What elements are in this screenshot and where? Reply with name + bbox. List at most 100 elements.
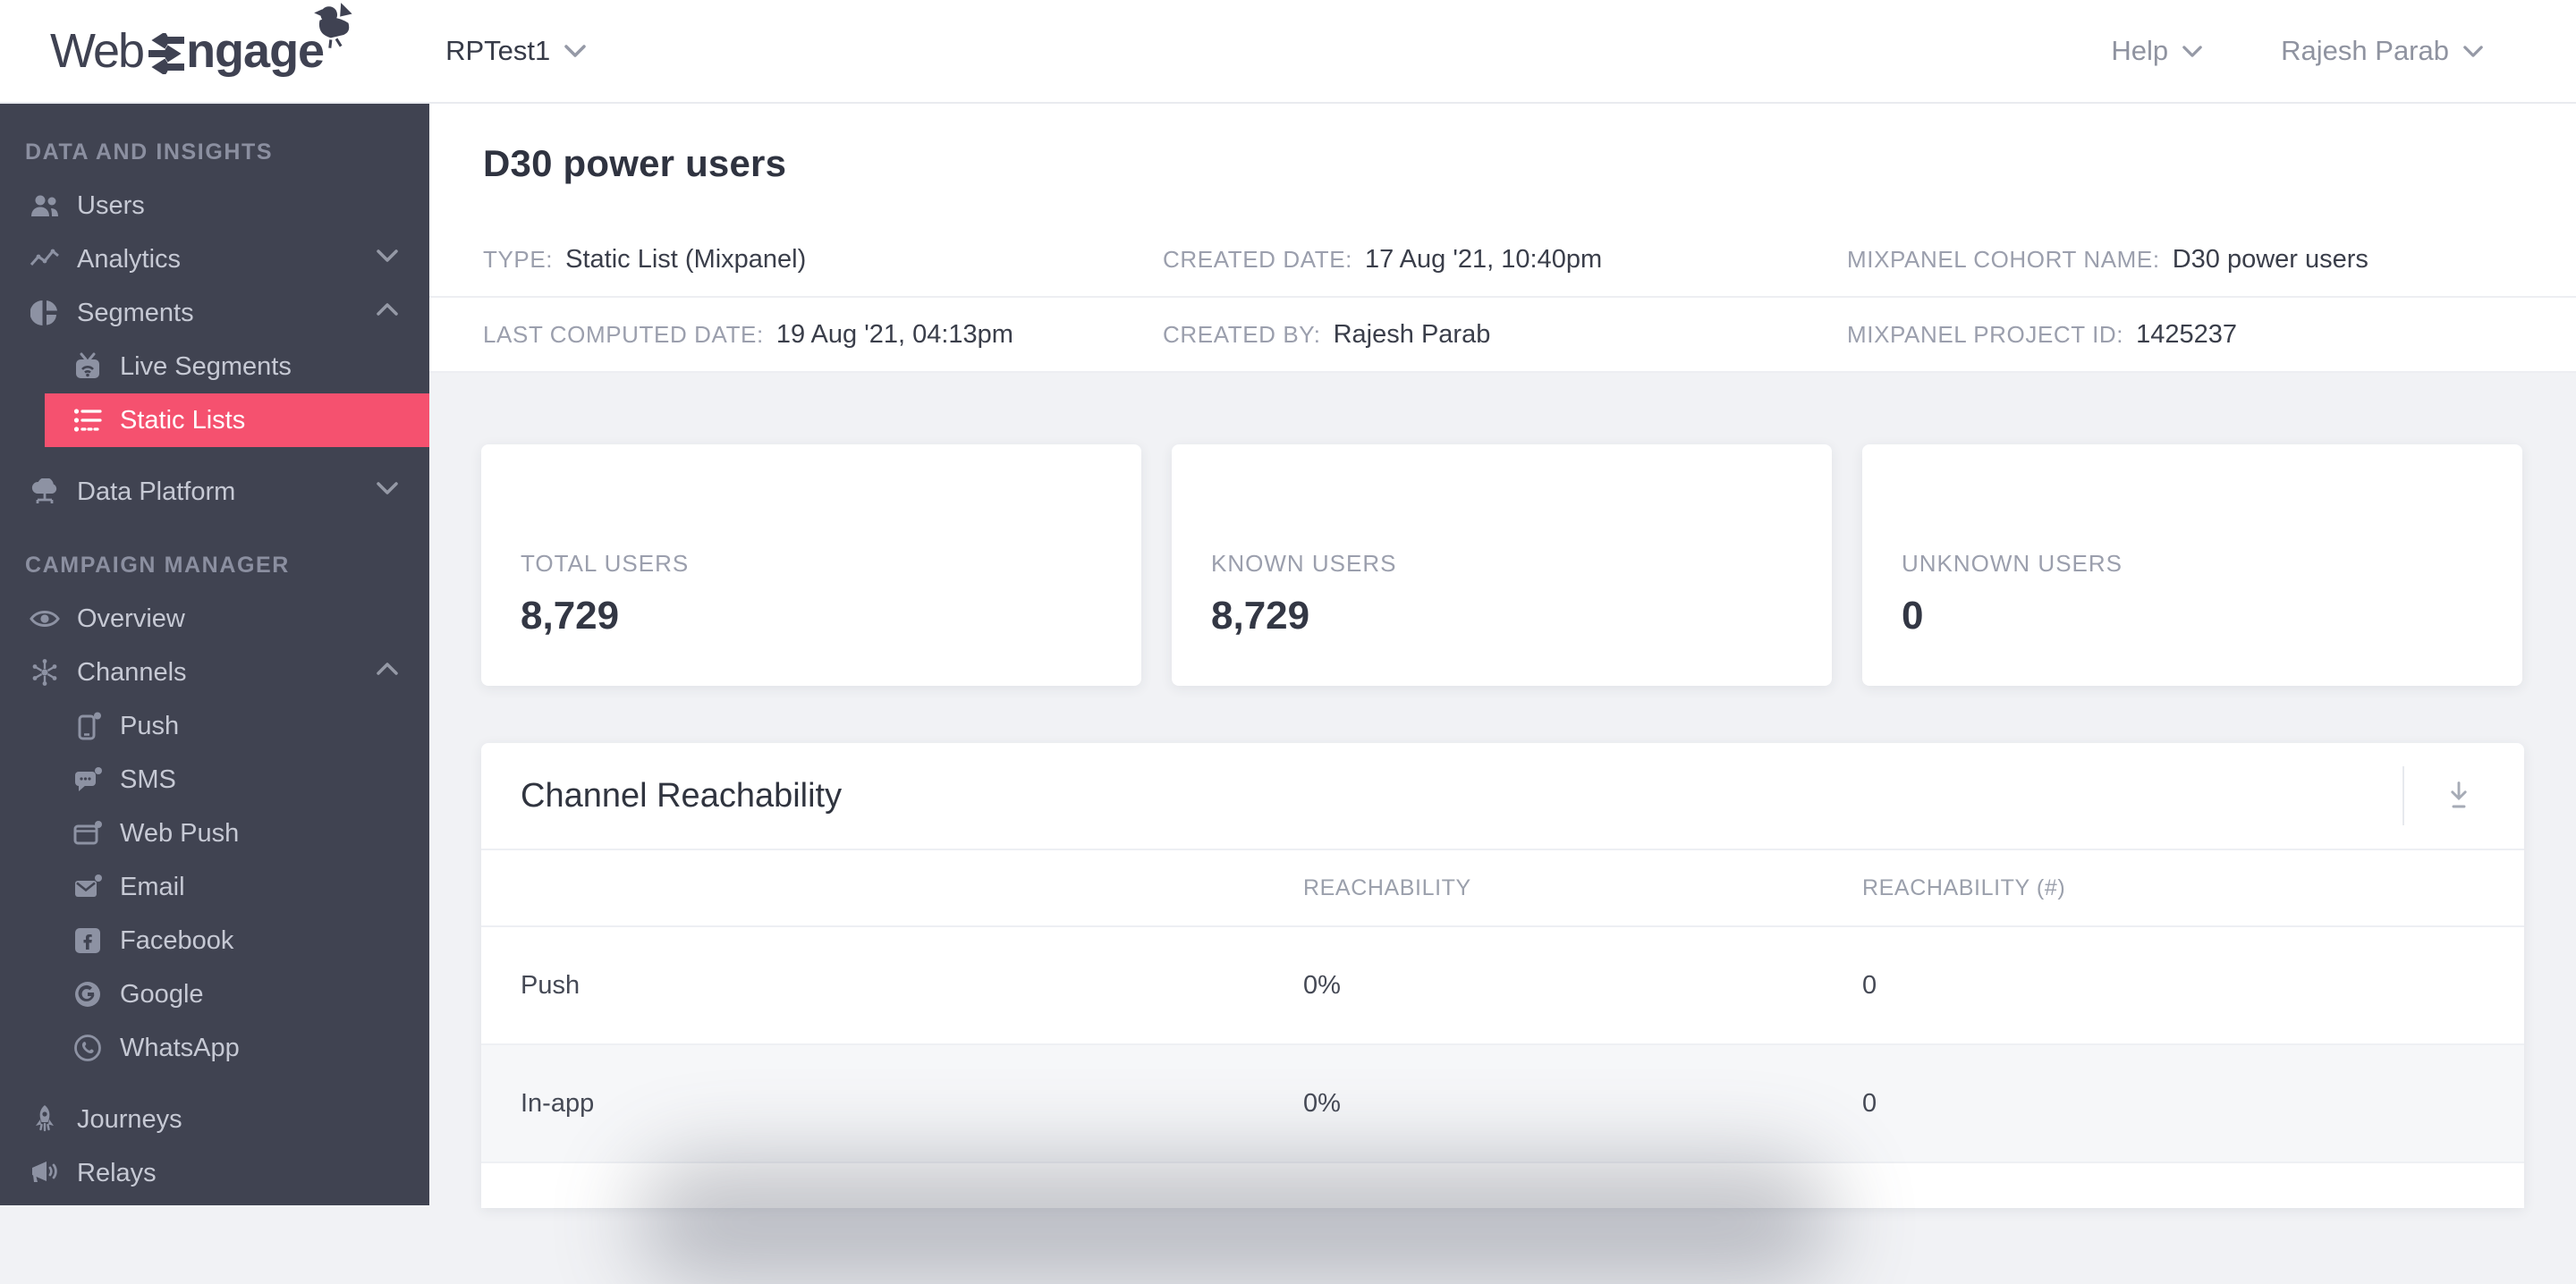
sidebar-item-users[interactable]: Users: [0, 179, 429, 232]
sidebar-item-label: Email: [120, 872, 185, 901]
project-name: RPTest1: [445, 35, 551, 66]
meta-label: CREATED BY:: [1163, 320, 1321, 348]
sidebar: DATA AND INSIGHTS Users Analytics Segmen…: [0, 104, 429, 1205]
meta-label: MIXPANEL PROJECT ID:: [1847, 320, 2124, 348]
sidebar-item-label: Push: [120, 711, 180, 740]
meta-value: 19 Aug '21, 04:13pm: [775, 319, 1013, 349]
user-name: Rajesh Parab: [2281, 35, 2449, 66]
segments-icon: [27, 299, 63, 327]
segments-submenu: Live Segments Static Lists: [0, 340, 429, 447]
unknown-users-card: UNKNOWN USERS 0: [1862, 444, 2522, 686]
cell-reachability: 0%: [1303, 1088, 1341, 1118]
meta-row-2: LAST COMPUTED DATE: 19 Aug '21, 04:13pm …: [429, 298, 2576, 373]
sidebar-item-label: Analytics: [77, 244, 182, 274]
eye-icon: [27, 608, 63, 629]
channel-reachability-header: Channel Reachability: [481, 743, 2524, 850]
sidebar-item-label: Static Lists: [120, 405, 246, 435]
users-icon: [27, 193, 63, 218]
sidebar-item-label: Users: [77, 190, 145, 220]
push-channel-icon: [70, 712, 106, 740]
sidebar-item-whatsapp[interactable]: WhatsApp: [0, 1021, 429, 1075]
chevron-up-icon: [376, 662, 399, 676]
topbar-right: Help Rajesh Parab: [2111, 35, 2576, 67]
sidebar-item-static-lists[interactable]: Static Lists: [45, 393, 429, 447]
sidebar-item-sms[interactable]: SMS: [0, 753, 429, 807]
cell-channel: In-app: [521, 1088, 595, 1118]
sidebar-item-channels[interactable]: Channels: [0, 646, 429, 699]
sidebar-item-label: Live Segments: [120, 351, 292, 381]
stat-label: TOTAL USERS: [521, 550, 690, 577]
sidebar-item-google[interactable]: Google: [0, 967, 429, 1021]
download-button[interactable]: [2402, 766, 2524, 825]
meta-created-by: CREATED BY: Rajesh Parab: [1163, 320, 1847, 350]
logo-bird-icon: [308, 1, 363, 56]
sidebar-item-email[interactable]: Email: [0, 860, 429, 914]
page-title: D30 power users: [483, 141, 787, 184]
stat-cards: TOTAL USERS 8,729 KNOWN USERS 8,729 UNKN…: [481, 444, 2524, 686]
meta-value: Static List (Mixpanel): [565, 244, 807, 274]
sidebar-item-label: Web Push: [120, 818, 240, 848]
main-content: D30 power users TYPE: Static List (Mixpa…: [429, 104, 2576, 1208]
meta-label: MIXPANEL COHORT NAME:: [1847, 245, 2160, 273]
sidebar-item-segments[interactable]: Segments: [0, 286, 429, 340]
meta-label: CREATED DATE:: [1163, 245, 1352, 273]
stat-value: 8,729: [521, 594, 620, 638]
download-icon: [2444, 780, 2474, 812]
sidebar-item-facebook[interactable]: Facebook: [0, 914, 429, 967]
sidebar-item-label: Google: [120, 979, 204, 1009]
cell-reachability-count: 0: [1862, 1088, 1877, 1118]
sidebar-item-label: Segments: [77, 298, 194, 327]
whatsapp-icon: [70, 1034, 106, 1062]
section-campaign-manager: CAMPAIGN MANAGER: [25, 552, 290, 578]
rocket-icon: [27, 1104, 63, 1135]
sidebar-item-relays[interactable]: Relays: [0, 1146, 429, 1200]
project-selector[interactable]: RPTest1: [445, 35, 587, 67]
sidebar-item-web-push[interactable]: Web Push: [0, 807, 429, 860]
column-reachability-count: REACHABILITY (#): [1862, 874, 2066, 900]
cell-channel: Push: [521, 970, 580, 1000]
megaphone-icon: [27, 1160, 63, 1187]
section-title: Channel Reachability: [521, 776, 843, 815]
chevron-down-icon: [376, 481, 399, 495]
google-icon: [70, 981, 106, 1008]
meta-label: TYPE:: [483, 245, 554, 273]
known-users-card: KNOWN USERS 8,729: [1172, 444, 1832, 686]
sidebar-item-live-segments[interactable]: Live Segments: [0, 340, 429, 393]
sidebar-item-data-platform[interactable]: Data Platform: [0, 465, 429, 519]
table-row-partial: [481, 1163, 2524, 1208]
reachability-table-header: REACHABILITY REACHABILITY (#): [481, 850, 2524, 927]
channels-hub-icon: [27, 658, 63, 687]
sidebar-item-overview[interactable]: Overview: [0, 592, 429, 646]
cell-reachability: 0%: [1303, 970, 1341, 1000]
sms-channel-icon: [70, 765, 106, 794]
analytics-icon: [27, 248, 63, 271]
sidebar-item-label: Channels: [77, 657, 187, 687]
user-menu[interactable]: Rajesh Parab: [2281, 35, 2483, 67]
stat-value: 0: [1902, 594, 1924, 638]
topbar: Web ngage RPTest1 Help Rajesh Parab: [0, 0, 2576, 104]
section-data-and-insights: DATA AND INSIGHTS: [25, 139, 274, 165]
logo-text-ngage: ngage: [186, 24, 325, 78]
meta-mixpanel-cohort-name: MIXPANEL COHORT NAME: D30 power users: [1847, 245, 2522, 275]
cell-reachability-count: 0: [1862, 970, 1877, 1000]
page-body: TOTAL USERS 8,729 KNOWN USERS 8,729 UNKN…: [429, 373, 2576, 1208]
stat-value: 8,729: [1211, 594, 1310, 638]
chevron-up-icon: [376, 302, 399, 317]
sidebar-item-push[interactable]: Push: [0, 699, 429, 753]
help-menu[interactable]: Help: [2111, 35, 2202, 67]
meta-type: TYPE: Static List (Mixpanel): [483, 245, 1163, 275]
chevron-down-icon: [2463, 45, 2483, 58]
stat-label: KNOWN USERS: [1211, 550, 1397, 577]
sidebar-item-label: WhatsApp: [120, 1033, 240, 1062]
sidebar-item-label: Data Platform: [77, 477, 236, 506]
web-push-channel-icon: [70, 819, 106, 848]
help-label: Help: [2111, 35, 2169, 66]
table-row-push: Push 0% 0: [481, 927, 2524, 1045]
webengage-logo[interactable]: Web ngage: [50, 3, 352, 87]
channel-reachability-card: Channel Reachability REACHABILITY REACHA…: [481, 743, 2524, 1208]
meta-value: D30 power users: [2172, 244, 2368, 274]
sidebar-item-analytics[interactable]: Analytics: [0, 232, 429, 286]
sidebar-item-label: SMS: [120, 764, 176, 794]
sidebar-item-journeys[interactable]: Journeys: [0, 1093, 429, 1146]
logo-text-web: Web: [50, 24, 145, 78]
